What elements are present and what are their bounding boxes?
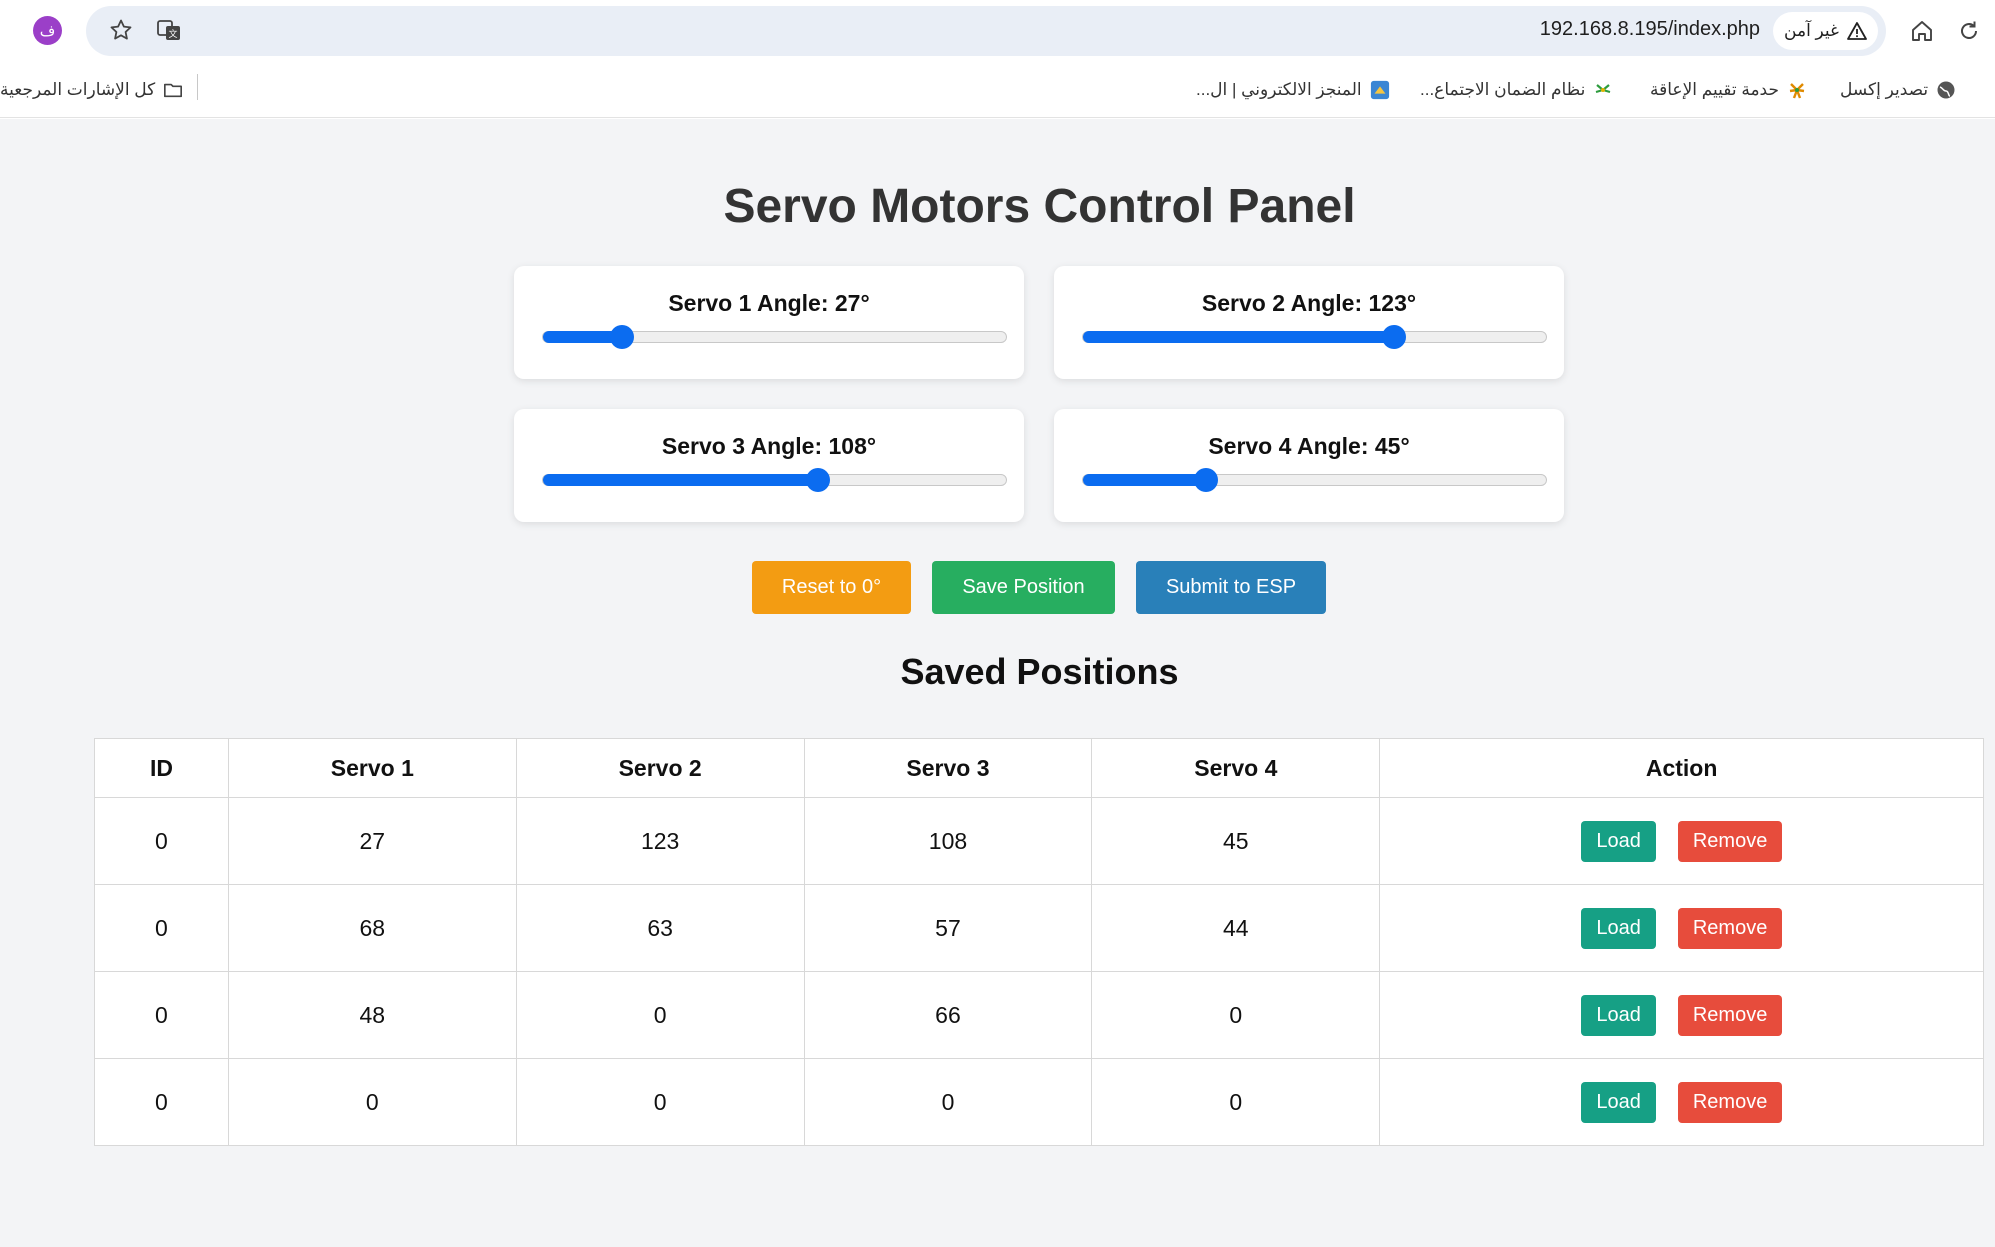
palm-icon — [1787, 80, 1807, 100]
remove-button[interactable]: Remove — [1678, 907, 1783, 949]
load-button[interactable]: Load — [1581, 820, 1657, 862]
servo-card: Servo 1 Angle: 27° — [514, 266, 1024, 379]
table-row: 0 68 63 57 44 Load Remove — [94, 884, 1984, 972]
load-button[interactable]: Load — [1581, 994, 1657, 1036]
reset-button[interactable]: Reset to 0° — [752, 561, 911, 614]
cell-action: Load Remove — [1379, 797, 1984, 885]
browser-toolbar: ف 文 192.168.8.195/index.php غير آمن — [0, 0, 1995, 62]
servo-slider[interactable] — [542, 468, 1007, 492]
table-row: 0 27 123 108 45 Load Remove — [94, 797, 1984, 885]
table-row: 0 48 0 66 0 Load Remove — [94, 971, 1984, 1059]
slider-fill — [1083, 474, 1206, 486]
bookmark-item[interactable]: نظام الضمان الاجتماع... — [1420, 76, 1613, 104]
header-servo-4: Servo 4 — [1091, 738, 1381, 798]
slider-thumb[interactable] — [806, 468, 830, 492]
servo-angle-label: Servo 3 Angle: 108° — [661, 433, 877, 459]
remove-button[interactable]: Remove — [1678, 1081, 1783, 1123]
cell-action: Load Remove — [1379, 971, 1984, 1059]
cell-servo-4: 44 — [1091, 884, 1381, 972]
servo-slider[interactable] — [1082, 468, 1547, 492]
table-header-row: ID Servo 1 Servo 2 Servo 3 Servo 4 Actio… — [94, 738, 1984, 798]
slider-fill — [1083, 331, 1395, 343]
cell-action: Load Remove — [1379, 884, 1984, 972]
cell-servo-3: 0 — [803, 1058, 1093, 1146]
cell-servo-4: 45 — [1091, 797, 1381, 885]
header-action: Action — [1379, 738, 1984, 798]
cell-servo-4: 0 — [1091, 1058, 1381, 1146]
servo-angle-label: Servo 2 Angle: 123° — [1201, 290, 1417, 316]
slider-thumb[interactable] — [1382, 325, 1407, 349]
slider-fill — [543, 474, 818, 486]
bookmark-label: المنجز الالكتروني | ال... — [1196, 80, 1362, 99]
cell-servo-3: 57 — [803, 884, 1093, 972]
servo-card: Servo 4 Angle: 45° — [1054, 409, 1564, 522]
cell-id: 0 — [94, 797, 229, 885]
cell-servo-4: 0 — [1091, 971, 1381, 1059]
bookmark-item[interactable]: المنجز الالكتروني | ال... — [1196, 76, 1390, 104]
reload-icon[interactable] — [1955, 17, 1983, 45]
remove-button[interactable]: Remove — [1678, 820, 1783, 862]
servo-card: Servo 2 Angle: 123° — [1054, 266, 1564, 379]
page-title: Servo Motors Control Panel — [723, 180, 1356, 233]
bookmark-label: حدمة تقييم الإعاقة — [1650, 80, 1779, 99]
cell-id: 0 — [94, 1058, 229, 1146]
cell-servo-1: 48 — [227, 971, 517, 1059]
svg-text:文: 文 — [168, 28, 177, 40]
bookmark-label: نظام الضمان الاجتماع... — [1420, 80, 1586, 99]
folder-icon — [163, 80, 183, 100]
servo-card: Servo 3 Angle: 108° — [514, 409, 1024, 522]
cell-servo-3: 66 — [803, 971, 1093, 1059]
bookmarks-separator — [197, 74, 198, 100]
header-id: ID — [94, 738, 229, 798]
servo-slider[interactable] — [542, 325, 1007, 349]
cell-servo-1: 27 — [227, 797, 517, 885]
palm-icon — [1593, 80, 1613, 100]
cell-servo-3: 108 — [803, 797, 1093, 885]
cell-servo-1: 0 — [227, 1058, 517, 1146]
profile-avatar[interactable]: ف — [33, 16, 62, 45]
servo-angle-label: Servo 1 Angle: 27° — [668, 290, 870, 316]
bookmark-star-icon[interactable] — [106, 15, 136, 45]
header-servo-2: Servo 2 — [515, 738, 805, 798]
security-chip[interactable]: غير آمن — [1773, 12, 1878, 50]
url-text[interactable]: 192.168.8.195/index.php — [1500, 18, 1760, 41]
servo-angle-label: Servo 4 Angle: 45° — [1208, 433, 1410, 459]
home-icon[interactable] — [1908, 17, 1936, 45]
cell-servo-2: 123 — [515, 797, 805, 885]
bookmark-label: تصدير إكسل — [1840, 80, 1929, 99]
table-row: 0 0 0 0 0 Load Remove — [94, 1058, 1984, 1146]
saved-positions-table: ID Servo 1 Servo 2 Servo 3 Servo 4 Actio… — [94, 738, 1984, 1146]
load-button[interactable]: Load — [1581, 1081, 1657, 1123]
security-label: غير آمن — [1784, 21, 1839, 40]
saved-positions-title: Saved Positions — [900, 651, 1179, 692]
page-body: Servo Motors Control Panel Servo 1 Angle… — [0, 119, 1995, 1247]
cell-servo-2: 0 — [515, 971, 805, 1059]
cell-id: 0 — [94, 971, 229, 1059]
cell-servo-1: 68 — [227, 884, 517, 972]
load-button[interactable]: Load — [1581, 907, 1657, 949]
globe-icon — [1936, 80, 1956, 100]
slider-thumb[interactable] — [1193, 468, 1218, 492]
bookmark-item[interactable]: حدمة تقييم الإعاقة — [1650, 76, 1807, 104]
cell-id: 0 — [94, 884, 229, 972]
header-servo-3: Servo 3 — [803, 738, 1093, 798]
bookmark-label: كل الإشارات المرجعية — [0, 80, 156, 99]
cell-servo-2: 0 — [515, 1058, 805, 1146]
bookmarks-bar: تصدير إكسل حدمة تقييم الإعاقة نظام الضما… — [0, 62, 1995, 118]
submit-to-esp-button[interactable]: Submit to ESP — [1136, 561, 1326, 614]
warning-icon — [1847, 21, 1867, 41]
app-icon — [1370, 80, 1390, 100]
bookmark-item[interactable]: تصدير إكسل — [1840, 76, 1956, 104]
remove-button[interactable]: Remove — [1678, 994, 1783, 1036]
servo-slider[interactable] — [1082, 325, 1547, 349]
slider-thumb[interactable] — [610, 325, 635, 349]
header-servo-1: Servo 1 — [227, 738, 517, 798]
translate-icon[interactable]: 文 — [154, 15, 184, 45]
cell-action: Load Remove — [1379, 1058, 1984, 1146]
cell-servo-2: 63 — [515, 884, 805, 972]
save-position-button[interactable]: Save Position — [932, 561, 1115, 614]
bookmark-item[interactable]: كل الإشارات المرجعية — [0, 76, 183, 104]
